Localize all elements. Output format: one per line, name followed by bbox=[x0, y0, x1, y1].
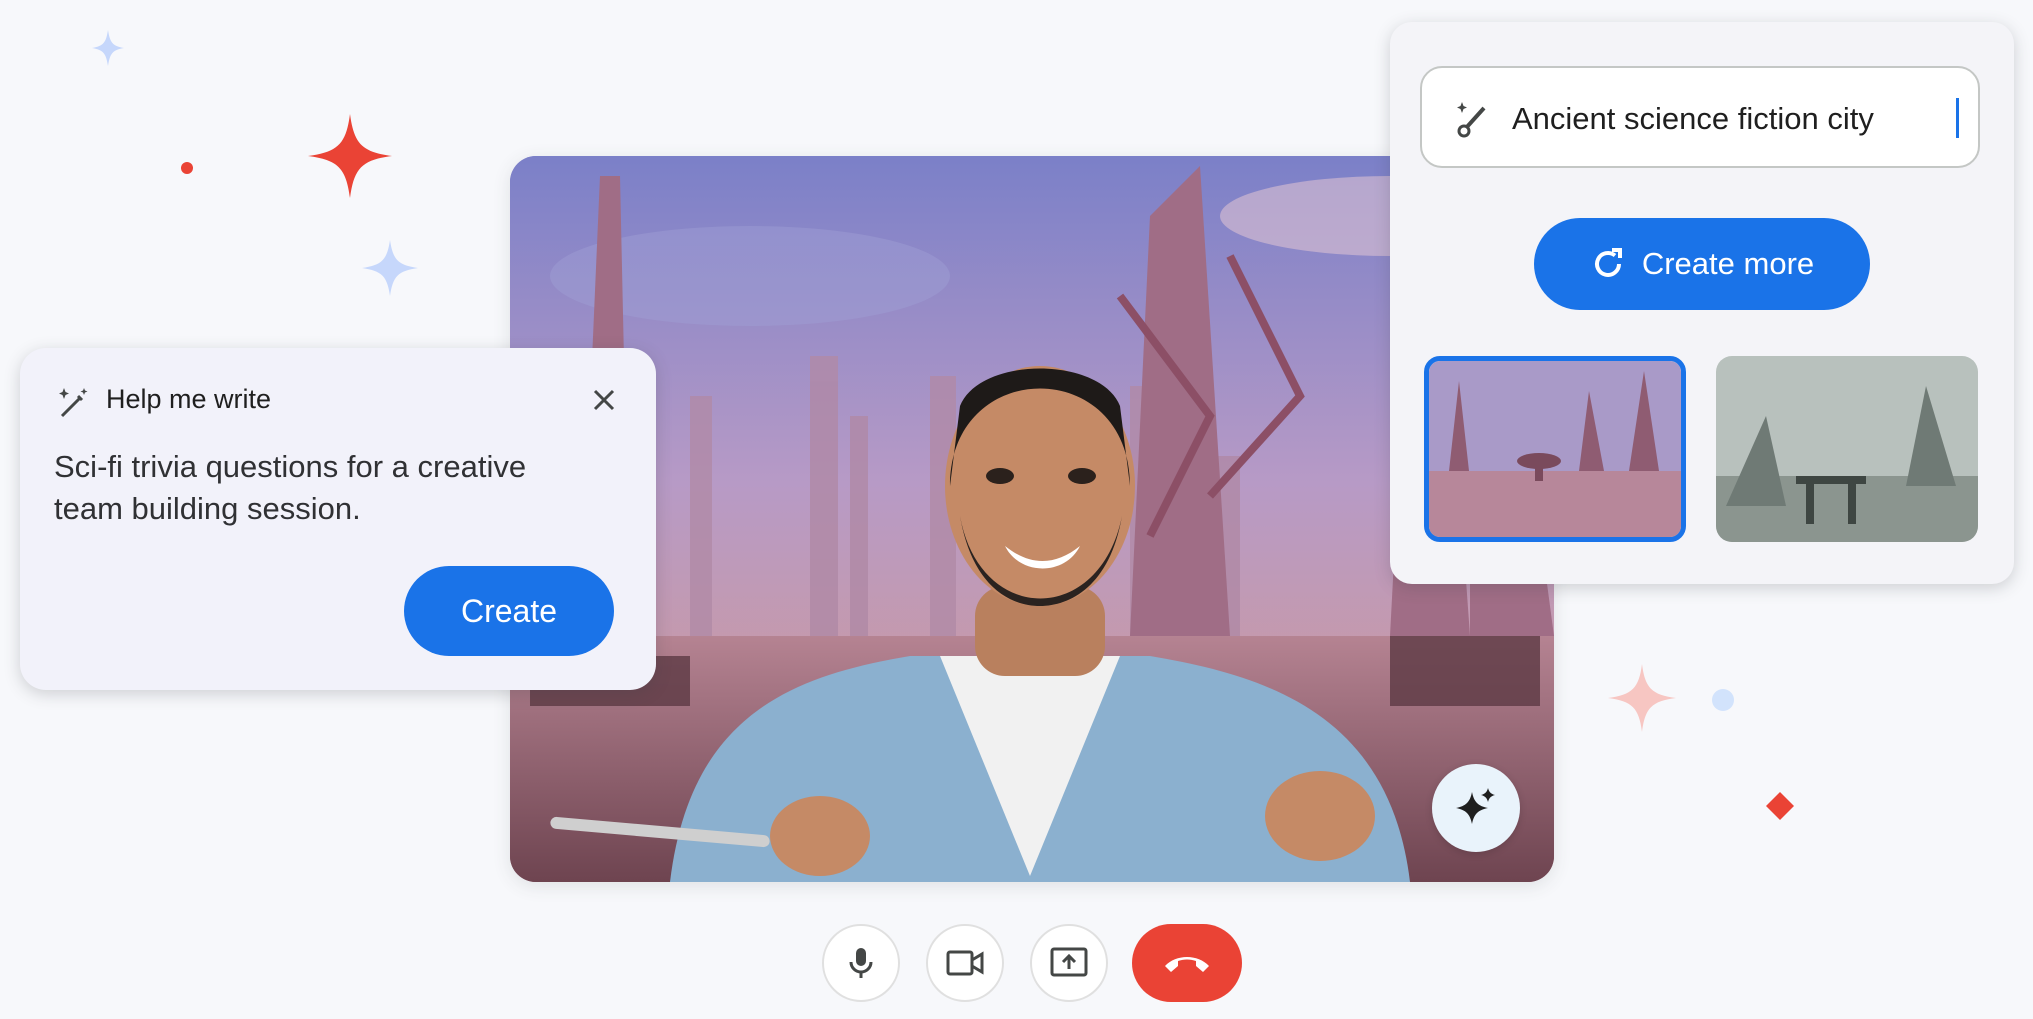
help-me-write-card: Help me write Sci-fi trivia questions fo… bbox=[20, 348, 656, 690]
close-button[interactable] bbox=[586, 382, 622, 418]
sparkle-decoration-red-large bbox=[308, 114, 392, 198]
create-more-button[interactable]: Create more bbox=[1534, 218, 1870, 310]
sparkle-decoration-blue-small bbox=[92, 30, 124, 66]
hang-up-button[interactable] bbox=[1132, 924, 1242, 1002]
camera-icon bbox=[946, 950, 984, 976]
magic-pen-icon bbox=[59, 388, 88, 418]
visual-effects-button[interactable] bbox=[1432, 764, 1520, 852]
dot-decoration-red bbox=[181, 162, 193, 174]
create-more-label: Create more bbox=[1641, 246, 1815, 281]
background-prompt-field[interactable] bbox=[1420, 66, 1980, 168]
sci-fi-city-thumbnail bbox=[1429, 361, 1681, 537]
prompt-text: Sci-fi trivia questions for a creative t… bbox=[54, 449, 527, 526]
sci-fi-city-thumbnail bbox=[1716, 356, 1978, 542]
sparkle-decoration-blue bbox=[362, 240, 418, 296]
help-me-write-title: Help me write bbox=[106, 384, 272, 414]
present-screen-icon bbox=[1050, 947, 1088, 977]
background-thumbnail-selected[interactable] bbox=[1424, 356, 1686, 542]
generate-background-panel: Create more bbox=[1390, 22, 2014, 584]
background-prompt-input[interactable] bbox=[1510, 90, 1954, 148]
mic-icon bbox=[849, 948, 873, 978]
brush-sparkle-icon bbox=[1457, 102, 1486, 138]
close-icon bbox=[593, 389, 615, 411]
present-button[interactable] bbox=[1030, 924, 1108, 1002]
refresh-icon bbox=[1594, 248, 1622, 277]
create-button[interactable]: Create bbox=[404, 566, 614, 656]
camera-button[interactable] bbox=[926, 924, 1004, 1002]
microphone-button[interactable] bbox=[822, 924, 900, 1002]
sparkle-decoration-pink bbox=[1608, 664, 1676, 732]
dot-decoration-blue bbox=[1712, 689, 1734, 711]
background-thumbnail[interactable] bbox=[1716, 356, 1978, 542]
sparkle-icon bbox=[1456, 788, 1495, 824]
diamond-decoration-red bbox=[1766, 792, 1794, 820]
text-caret bbox=[1956, 98, 1959, 138]
hang-up-icon bbox=[1165, 957, 1209, 972]
